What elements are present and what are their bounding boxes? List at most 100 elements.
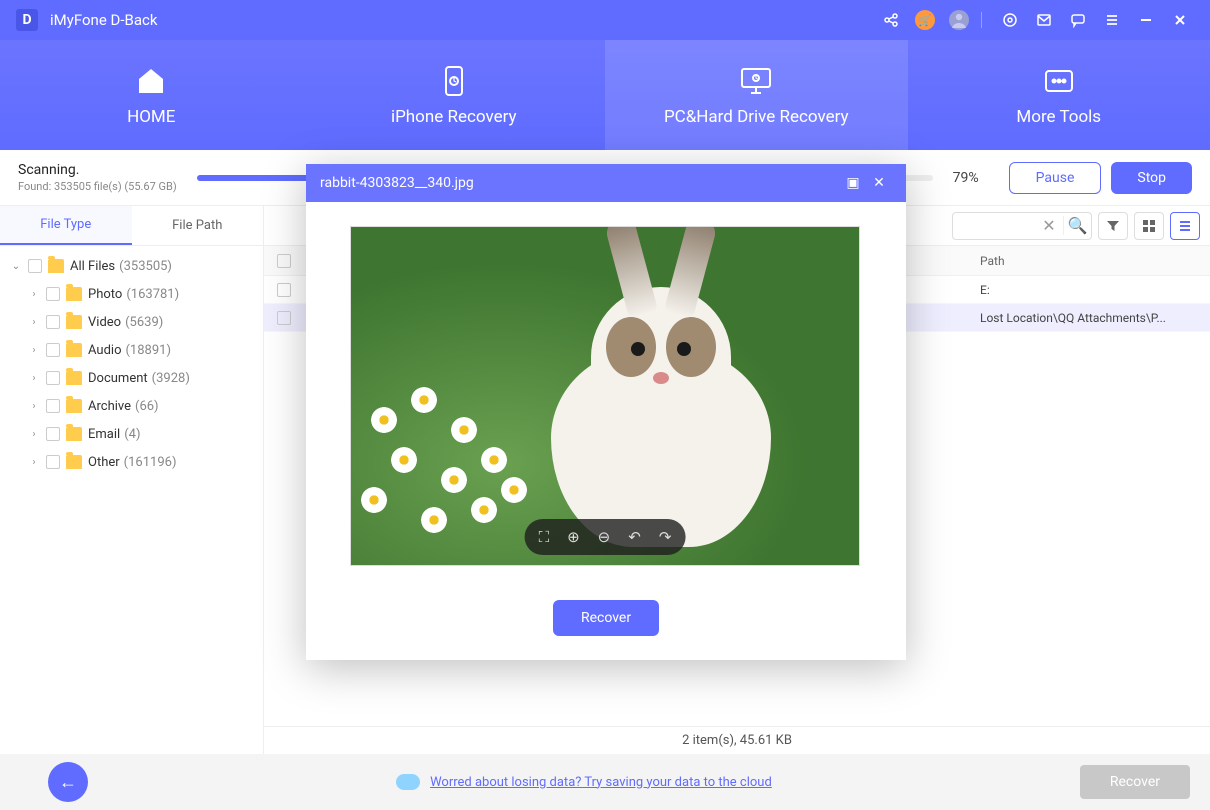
tab-file-type[interactable]: File Type [0,206,132,245]
folder-icon [66,371,82,385]
folder-icon [48,259,64,273]
chevron-right-icon[interactable]: › [28,317,40,328]
tree-node[interactable]: › Document (3928) [0,364,263,392]
scan-found: Found: 353505 file(s) (55.67 GB) [18,180,177,193]
rotate-right-icon[interactable]: ↷ [659,528,672,546]
tree-count: (163781) [126,287,179,302]
checkbox[interactable] [46,455,60,469]
sidebar-tabs: File Type File Path [0,206,263,246]
preview-controls: ⛶ ⊕ ⊖ ↶ ↷ [525,519,686,555]
filter-button[interactable] [1098,212,1128,240]
tab-label: PC&Hard Drive Recovery [664,107,849,127]
grid-view-button[interactable] [1134,212,1164,240]
tab-more[interactable]: More Tools [908,40,1210,150]
scan-status: Scanning. [18,162,177,178]
tree-label: Document [88,371,148,386]
folder-icon [66,455,82,469]
tree-label: Archive [88,399,131,414]
select-all-checkbox[interactable] [277,254,291,268]
tab-file-path[interactable]: File Path [132,206,264,245]
user-icon[interactable] [945,6,973,34]
tab-label: More Tools [1016,107,1101,127]
tab-label: HOME [127,107,175,127]
chevron-right-icon[interactable]: › [28,373,40,384]
folder-icon [66,287,82,301]
sidebar: File Type File Path ⌄ All Files (353505)… [0,206,264,754]
preview-image: ⛶ ⊕ ⊖ ↶ ↷ [350,226,860,566]
minimize-icon[interactable] [1132,6,1160,34]
chevron-right-icon[interactable]: › [28,457,40,468]
checkbox[interactable] [46,371,60,385]
tree-node[interactable]: ›Other(161196) [0,448,263,476]
pause-button[interactable]: Pause [1009,162,1102,194]
col-path[interactable]: Path [980,254,1210,268]
zoom-out-icon[interactable]: ⊖ [598,528,611,546]
checkbox[interactable] [46,427,60,441]
scan-percent: 79% [953,170,979,186]
share-icon[interactable] [877,6,905,34]
search-input[interactable]: ✕ 🔍 [952,212,1092,240]
tree-count: (18891) [125,343,171,358]
checkbox[interactable] [46,287,60,301]
tree-count: (66) [135,399,159,414]
mail-icon[interactable] [1030,6,1058,34]
tree-label: Video [88,315,121,330]
fullscreen-icon[interactable]: ⛶ [539,528,550,546]
rotate-left-icon[interactable]: ↶ [628,528,641,546]
checkbox[interactable] [46,315,60,329]
checkbox[interactable] [46,399,60,413]
preview-filename: rabbit-4303823__340.jpg [320,175,474,191]
footer: ← Worred about losing data? Try saving y… [0,754,1210,810]
chevron-right-icon[interactable]: › [28,345,40,356]
tab-home[interactable]: HOME [0,40,303,150]
feedback-icon[interactable] [1064,6,1092,34]
cloud-backup-link[interactable]: Worred about losing data? Try saving you… [430,775,772,790]
zoom-in-icon[interactable]: ⊕ [567,528,580,546]
main-nav: HOME iPhone Recovery PC&Hard Drive Recov… [0,40,1210,150]
preview-recover-button[interactable]: Recover [553,600,659,636]
chevron-down-icon[interactable]: ⌄ [10,261,22,272]
close-icon[interactable] [1166,6,1194,34]
row-checkbox[interactable] [277,283,291,297]
tree-node[interactable]: ›Video(5639) [0,308,263,336]
chevron-right-icon[interactable]: › [28,401,40,412]
tree-label: All Files [70,259,115,274]
folder-icon [66,427,82,441]
list-view-button[interactable] [1170,212,1200,240]
back-button[interactable]: ← [48,762,88,802]
menu-icon[interactable] [1098,6,1126,34]
stop-button[interactable]: Stop [1111,162,1192,194]
tree-count: (4) [124,427,140,442]
chevron-right-icon[interactable]: › [28,289,40,300]
search-icon[interactable]: 🔍 [1063,216,1091,235]
tree-node[interactable]: › Photo (163781) [0,280,263,308]
preview-modal: rabbit-4303823__340.jpg ▣ ✕ [306,164,906,660]
recover-button-disabled[interactable]: Recover [1080,765,1190,799]
cell-path: Lost Location\QQ Attachments\P... [980,311,1210,325]
tab-iphone[interactable]: iPhone Recovery [303,40,606,150]
close-preview-icon[interactable]: ✕ [866,175,892,191]
tree-count: (161196) [124,455,177,470]
tree-label: Photo [88,287,122,302]
tree-node[interactable]: › Audio (18891) [0,336,263,364]
folder-icon [66,343,82,357]
monitor-icon [738,63,774,99]
checkbox[interactable] [46,343,60,357]
restore-window-icon[interactable]: ▣ [840,175,866,191]
tree-node[interactable]: ›Email(4) [0,420,263,448]
clear-search-icon[interactable]: ✕ [1035,216,1063,235]
target-icon[interactable] [996,6,1024,34]
chevron-right-icon[interactable]: › [28,429,40,440]
tree-count: (353505) [119,259,172,274]
checkbox[interactable] [28,259,42,273]
tree-node-all[interactable]: ⌄ All Files (353505) [0,252,263,280]
tab-pc[interactable]: PC&Hard Drive Recovery [605,40,908,150]
folder-icon [66,315,82,329]
tree-count: (3928) [152,371,190,386]
tab-label: iPhone Recovery [391,107,517,127]
tree-node[interactable]: › Archive (66) [0,392,263,420]
separator [981,12,982,28]
cart-icon[interactable]: 🛒 [911,6,939,34]
tree-label: Audio [88,343,121,358]
row-checkbox[interactable] [277,311,291,325]
